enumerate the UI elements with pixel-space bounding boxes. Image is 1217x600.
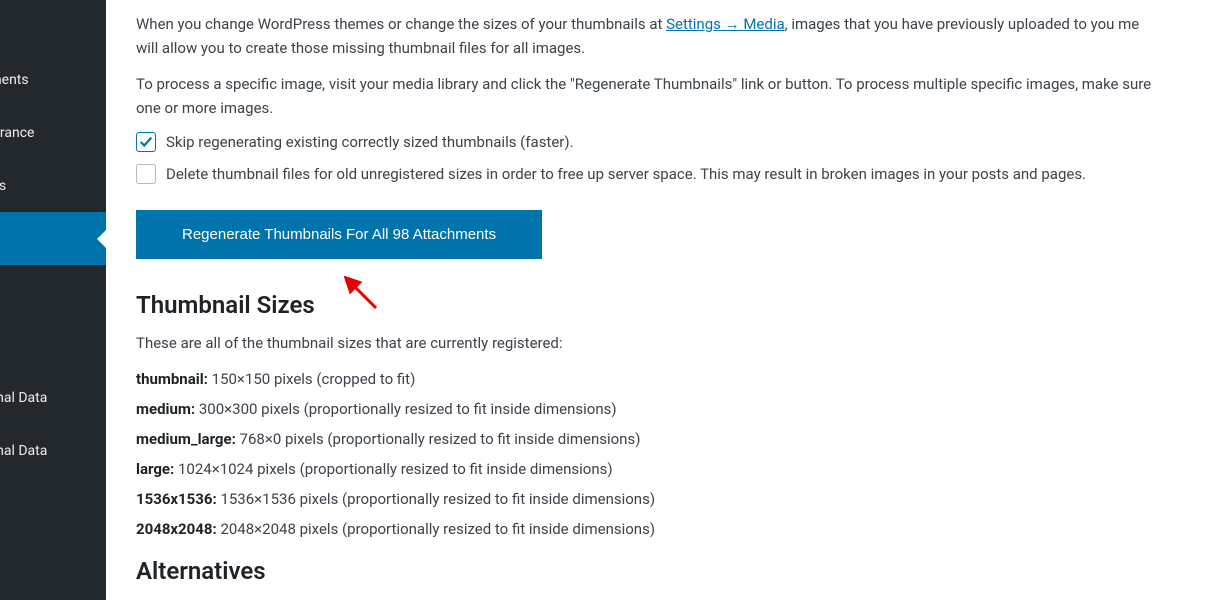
- size-desc: 1024×1024 pixels (proportionally resized…: [174, 460, 612, 478]
- sidebar-item-6[interactable]: [0, 318, 106, 371]
- sidebar-item-3[interactable]: Plugins: [0, 159, 106, 212]
- size-name: thumbnail:: [136, 370, 208, 388]
- size-row: large: 1024×1024 pixels (proportionally …: [136, 457, 1217, 481]
- sidebar-item-4[interactable]: [0, 212, 106, 265]
- sidebar-item-label: Personal Data: [0, 390, 47, 406]
- check-icon: [139, 135, 153, 149]
- delete-checkbox[interactable]: [136, 164, 156, 184]
- size-desc: 1536×1536 pixels (proportionally resized…: [217, 490, 655, 508]
- size-name: medium_large:: [136, 430, 236, 448]
- intro-text-1a: When you change WordPress themes or chan…: [136, 15, 666, 33]
- size-name: large:: [136, 460, 174, 478]
- alternatives-heading: Alternatives: [136, 557, 1217, 585]
- sidebar-item-label: Appearance: [0, 125, 34, 141]
- sizes-intro: These are all of the thumbnail sizes tha…: [136, 331, 1217, 355]
- size-row: thumbnail: 150×150 pixels (cropped to fi…: [136, 367, 1217, 391]
- admin-sidebar: Inbox Comments Appearance Plugins Tools Perso…: [0, 0, 106, 600]
- skip-checkbox-row: Skip regenerating existing correctly siz…: [136, 132, 1217, 152]
- size-desc: 2048×2048 pixels (proportionally resized…: [217, 520, 655, 538]
- size-row: medium_large: 768×0 pixels (proportional…: [136, 427, 1217, 451]
- delete-checkbox-row: Delete thumbnail files for old unregiste…: [136, 164, 1217, 184]
- sidebar-item-8[interactable]: Personal Data: [0, 424, 106, 477]
- size-desc: 300×300 pixels (proportionally resized t…: [195, 400, 616, 418]
- intro-text-2b: one or more images.: [136, 99, 273, 117]
- size-desc: 150×150 pixels (cropped to fit): [208, 370, 415, 388]
- delete-checkbox-label: Delete thumbnail files for old unregiste…: [166, 165, 1086, 183]
- size-name: medium:: [136, 400, 195, 418]
- intro-text-1c: will allow you to create those missing t…: [136, 39, 585, 57]
- settings-media-link[interactable]: Settings → Media: [666, 15, 785, 33]
- sidebar-item-0[interactable]: Inbox: [0, 0, 106, 53]
- sidebar-item-label: Personal Data: [0, 443, 47, 459]
- size-name: 1536x1536:: [136, 490, 217, 508]
- skip-checkbox-label: Skip regenerating existing correctly siz…: [166, 133, 574, 151]
- intro-text-2a: To process a specific image, visit your …: [136, 75, 1151, 93]
- sidebar-item-1[interactable]: Comments: [0, 53, 106, 106]
- sidebar-item-label: Plugins: [0, 178, 6, 194]
- thumbnail-sizes-heading: Thumbnail Sizes: [136, 291, 1217, 319]
- sidebar-item-label: Comments: [0, 72, 29, 88]
- intro-paragraph-1: When you change WordPress themes or chan…: [136, 12, 1217, 60]
- sidebar-item-2[interactable]: Appearance: [0, 106, 106, 159]
- sizes-list: thumbnail: 150×150 pixels (cropped to fi…: [136, 367, 1217, 541]
- size-name: 2048x2048:: [136, 520, 217, 538]
- regenerate-button[interactable]: Regenerate Thumbnails For All 98 Attachm…: [136, 210, 542, 259]
- main-content: When you change WordPress themes or chan…: [106, 0, 1217, 600]
- size-row: 2048x2048: 2048×2048 pixels (proportiona…: [136, 517, 1217, 541]
- intro-text-1b: , images that you have previously upload…: [785, 15, 1140, 33]
- sidebar-item-5[interactable]: Tools: [0, 265, 106, 318]
- size-row: medium: 300×300 pixels (proportionally r…: [136, 397, 1217, 421]
- intro-paragraph-2: To process a specific image, visit your …: [136, 72, 1217, 120]
- size-desc: 768×0 pixels (proportionally resized to …: [236, 430, 641, 448]
- skip-checkbox[interactable]: [136, 132, 156, 152]
- size-row: 1536x1536: 1536×1536 pixels (proportiona…: [136, 487, 1217, 511]
- sidebar-item-7[interactable]: Personal Data: [0, 371, 106, 424]
